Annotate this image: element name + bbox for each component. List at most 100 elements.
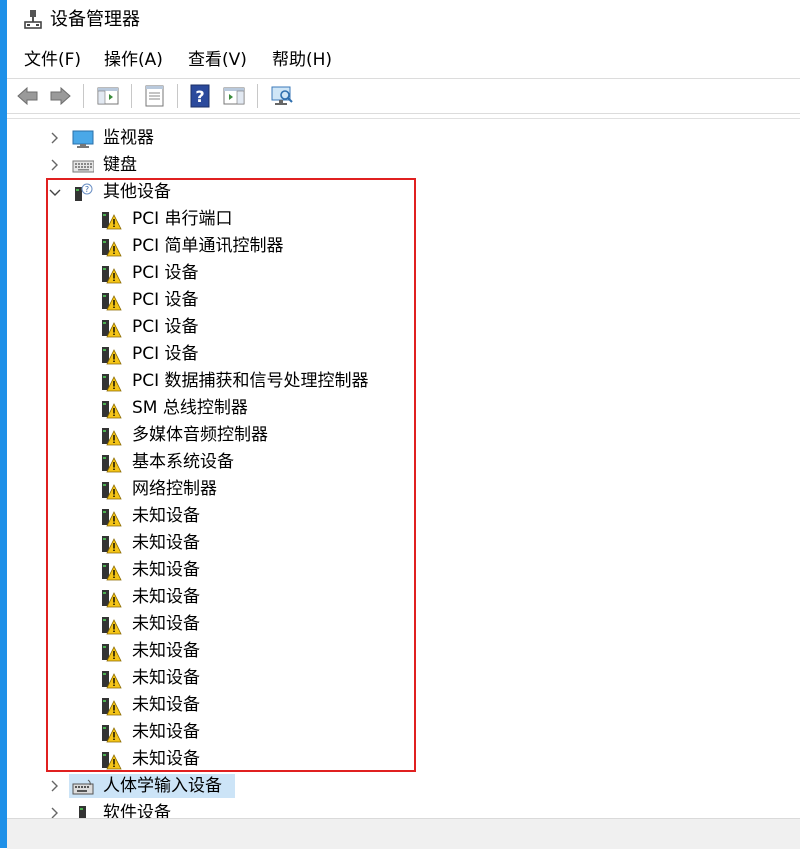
device-warning-icon <box>102 536 122 554</box>
menu-view[interactable]: 查看(V) <box>186 48 249 72</box>
device-warning-icon <box>102 482 122 500</box>
tree-label: PCI 简单通讯控制器 <box>132 236 284 256</box>
tree-node-device[interactable]: 未知设备 <box>7 557 800 584</box>
tree-node-device[interactable]: 网络控制器 <box>7 476 800 503</box>
tree-node-device[interactable]: PCI 数据捕获和信号处理控制器 <box>7 368 800 395</box>
chevron-down-icon[interactable] <box>48 184 62 200</box>
tree-label: 未知设备 <box>132 614 200 634</box>
menu-help[interactable]: 帮助(H) <box>270 48 334 72</box>
device-warning-icon <box>102 509 122 527</box>
tree-label: 监视器 <box>103 128 154 148</box>
device-warning-icon <box>102 563 122 581</box>
tree-node-device[interactable]: 基本系统设备 <box>7 449 800 476</box>
device-warning-icon <box>102 428 122 446</box>
tree-node-device[interactable]: 未知设备 <box>7 719 800 746</box>
tree-label: 未知设备 <box>132 587 200 607</box>
device-warning-icon <box>102 293 122 311</box>
tree-node-device[interactable]: PCI 设备 <box>7 287 800 314</box>
tree-label: 未知设备 <box>132 506 200 526</box>
chevron-right-icon[interactable] <box>48 805 62 819</box>
tree-label: 软件设备 <box>103 803 171 819</box>
tree-node-keyboards[interactable]: 键盘 <box>7 152 800 179</box>
tree-label: 基本系统设备 <box>132 452 234 472</box>
help-icon[interactable]: ? <box>187 83 213 109</box>
chevron-right-icon[interactable] <box>48 157 62 173</box>
properties-icon[interactable] <box>141 83 167 109</box>
tree-label: PCI 设备 <box>132 317 199 337</box>
device-warning-icon <box>102 617 122 635</box>
toolbar-separator <box>83 84 84 108</box>
tree-node-device[interactable]: PCI 设备 <box>7 314 800 341</box>
tree-node-device[interactable]: 未知设备 <box>7 503 800 530</box>
tree-label: 未知设备 <box>132 641 200 661</box>
keyboard-icon <box>72 160 94 173</box>
hid-icon <box>72 779 94 795</box>
tree-label: SM 总线控制器 <box>132 398 248 418</box>
tree-node-hid[interactable]: 人体学输入设备 <box>7 773 800 800</box>
show-hide-console-tree-icon[interactable] <box>95 83 121 109</box>
menu-bar: 文件(F) 操作(A) 查看(V) 帮助(H) <box>7 44 800 74</box>
tree-node-device[interactable]: 未知设备 <box>7 665 800 692</box>
device-warning-icon <box>102 644 122 662</box>
tree-node-software-devices[interactable]: 软件设备 <box>7 800 800 819</box>
tree-node-device[interactable]: PCI 设备 <box>7 260 800 287</box>
unknown-device-category-icon: ? <box>75 183 93 201</box>
tree-node-device[interactable]: 未知设备 <box>7 611 800 638</box>
title-bar: 设备管理器 <box>7 0 800 40</box>
svg-text:?: ? <box>85 185 89 194</box>
tree-label: 多媒体音频控制器 <box>132 425 268 445</box>
tree-label: 网络控制器 <box>132 479 217 499</box>
tree-node-device[interactable]: 未知设备 <box>7 530 800 557</box>
device-warning-icon <box>102 239 122 257</box>
forward-icon[interactable] <box>47 83 73 109</box>
tree-node-device[interactable]: 未知设备 <box>7 584 800 611</box>
tree-label: PCI 串行端口 <box>132 209 233 229</box>
desktop-edge <box>0 0 7 848</box>
chevron-right-icon[interactable] <box>48 130 62 146</box>
menu-action[interactable]: 操作(A) <box>102 48 165 72</box>
device-warning-icon <box>102 590 122 608</box>
menu-file[interactable]: 文件(F) <box>22 48 83 72</box>
device-manager-icon <box>24 10 42 29</box>
device-tree: 监视器 键盘 ? 其他设备 PCI 串行端口 PCI 简单通讯控制器 PCI 设… <box>7 118 800 819</box>
device-warning-icon <box>102 266 122 284</box>
tree-label: 其他设备 <box>103 182 171 202</box>
tree-label: PCI 设备 <box>132 290 199 310</box>
tree-node-monitors[interactable]: 监视器 <box>7 125 800 152</box>
chevron-right-icon[interactable] <box>48 778 62 794</box>
tree-label: 未知设备 <box>132 722 200 742</box>
tree-node-device[interactable]: PCI 串行端口 <box>7 206 800 233</box>
device-warning-icon <box>102 725 122 743</box>
tree-node-device[interactable]: PCI 简单通讯控制器 <box>7 233 800 260</box>
toolbar: ? <box>7 78 800 114</box>
device-warning-icon <box>102 212 122 230</box>
tree-label: 键盘 <box>103 155 137 175</box>
toolbar-separator <box>177 84 178 108</box>
tree-node-device[interactable]: SM 总线控制器 <box>7 395 800 422</box>
scan-hardware-icon[interactable] <box>269 83 295 109</box>
tree-node-device[interactable]: 未知设备 <box>7 638 800 665</box>
device-warning-icon <box>102 320 122 338</box>
device-warning-icon <box>102 752 122 770</box>
tree-label: 未知设备 <box>132 560 200 580</box>
device-warning-icon <box>102 455 122 473</box>
tree-label: PCI 数据捕获和信号处理控制器 <box>132 371 369 391</box>
device-warning-icon <box>102 374 122 392</box>
tree-label: PCI 设备 <box>132 344 199 364</box>
tree-node-device[interactable]: PCI 设备 <box>7 341 800 368</box>
tree-node-device[interactable]: 多媒体音频控制器 <box>7 422 800 449</box>
tree-label: 人体学输入设备 <box>103 776 222 796</box>
tree-label: PCI 设备 <box>132 263 199 283</box>
toolbar-separator <box>131 84 132 108</box>
device-manager-window: 设备管理器 文件(F) 操作(A) 查看(V) 帮助(H) ? 监视器 键盘 ?… <box>7 0 800 849</box>
svg-text:?: ? <box>195 87 204 106</box>
tree-node-other-devices[interactable]: ? 其他设备 <box>7 179 800 206</box>
device-warning-icon <box>102 698 122 716</box>
back-icon[interactable] <box>15 83 41 109</box>
tree-node-device[interactable]: 未知设备 <box>7 746 800 773</box>
monitor-icon <box>72 130 94 148</box>
device-warning-icon <box>102 347 122 365</box>
tree-label: 未知设备 <box>132 533 200 553</box>
action-pane-icon[interactable] <box>221 83 247 109</box>
tree-node-device[interactable]: 未知设备 <box>7 692 800 719</box>
